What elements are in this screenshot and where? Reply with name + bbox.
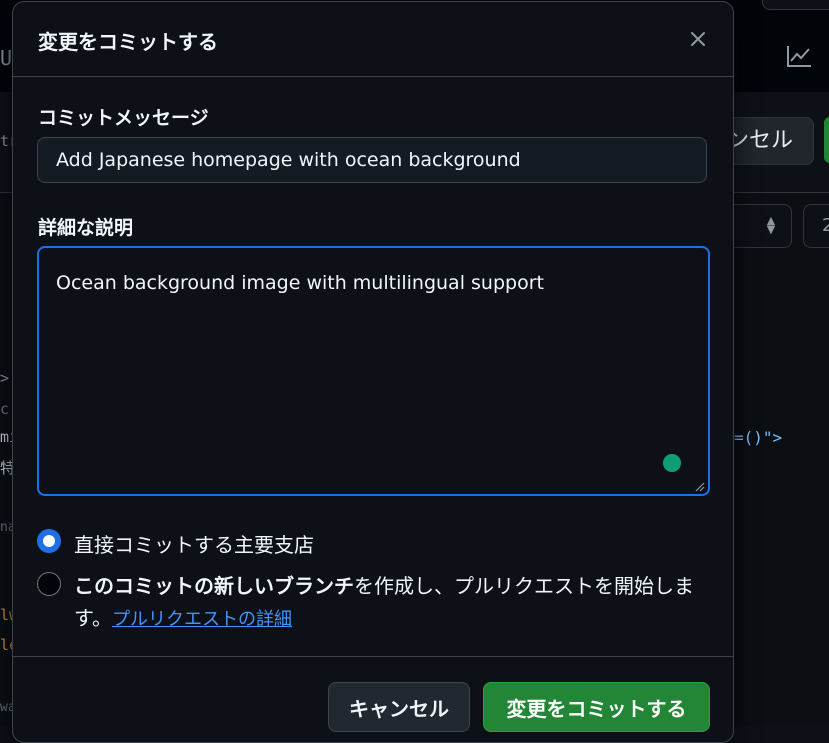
- dialog-title: 変更をコミットする: [38, 30, 218, 54]
- commit-message-input[interactable]: Add Japanese homepage with ocean backgro…: [37, 137, 707, 183]
- radio-new-branch[interactable]: [37, 572, 61, 596]
- select-arrows-icon: ▲ ▼: [766, 214, 776, 236]
- dialog-header: 変更をコミットする: [13, 2, 733, 77]
- graph-icon[interactable]: [786, 44, 812, 68]
- radio-new-branch-label[interactable]: このコミットの新しいブランチを作成し、プルリクエストを開始します。プルリクエスト…: [74, 570, 719, 636]
- description-label: 詳細な説明: [38, 217, 134, 239]
- commit-message-label: コミットメッセージ: [38, 107, 209, 129]
- background-top-right-box: [762, 0, 829, 10]
- close-icon: [691, 32, 705, 46]
- background-select-2[interactable]: 2: [803, 204, 829, 248]
- background-code-fragment: =()">: [734, 428, 783, 447]
- new-branch-bold-text: このコミットの新しいブランチ: [74, 574, 354, 598]
- commit-dialog: 変更をコミットする コミットメッセージ Add Japanese homepag…: [12, 1, 734, 743]
- status-dot-icon: [663, 454, 681, 472]
- description-text: Ocean background image with multilingual…: [56, 272, 544, 294]
- resize-grip-icon[interactable]: [695, 482, 705, 492]
- background-commit-button[interactable]: [824, 117, 829, 163]
- pull-request-details-link[interactable]: プルリクエストの詳細: [112, 609, 292, 630]
- close-button[interactable]: [683, 24, 713, 54]
- footer-divider: [13, 656, 733, 657]
- description-textarea[interactable]: Ocean background image with multilingual…: [37, 246, 710, 496]
- radio-direct-commit-label[interactable]: 直接コミットする主要支店: [74, 529, 314, 558]
- radio-direct-commit[interactable]: [37, 529, 61, 553]
